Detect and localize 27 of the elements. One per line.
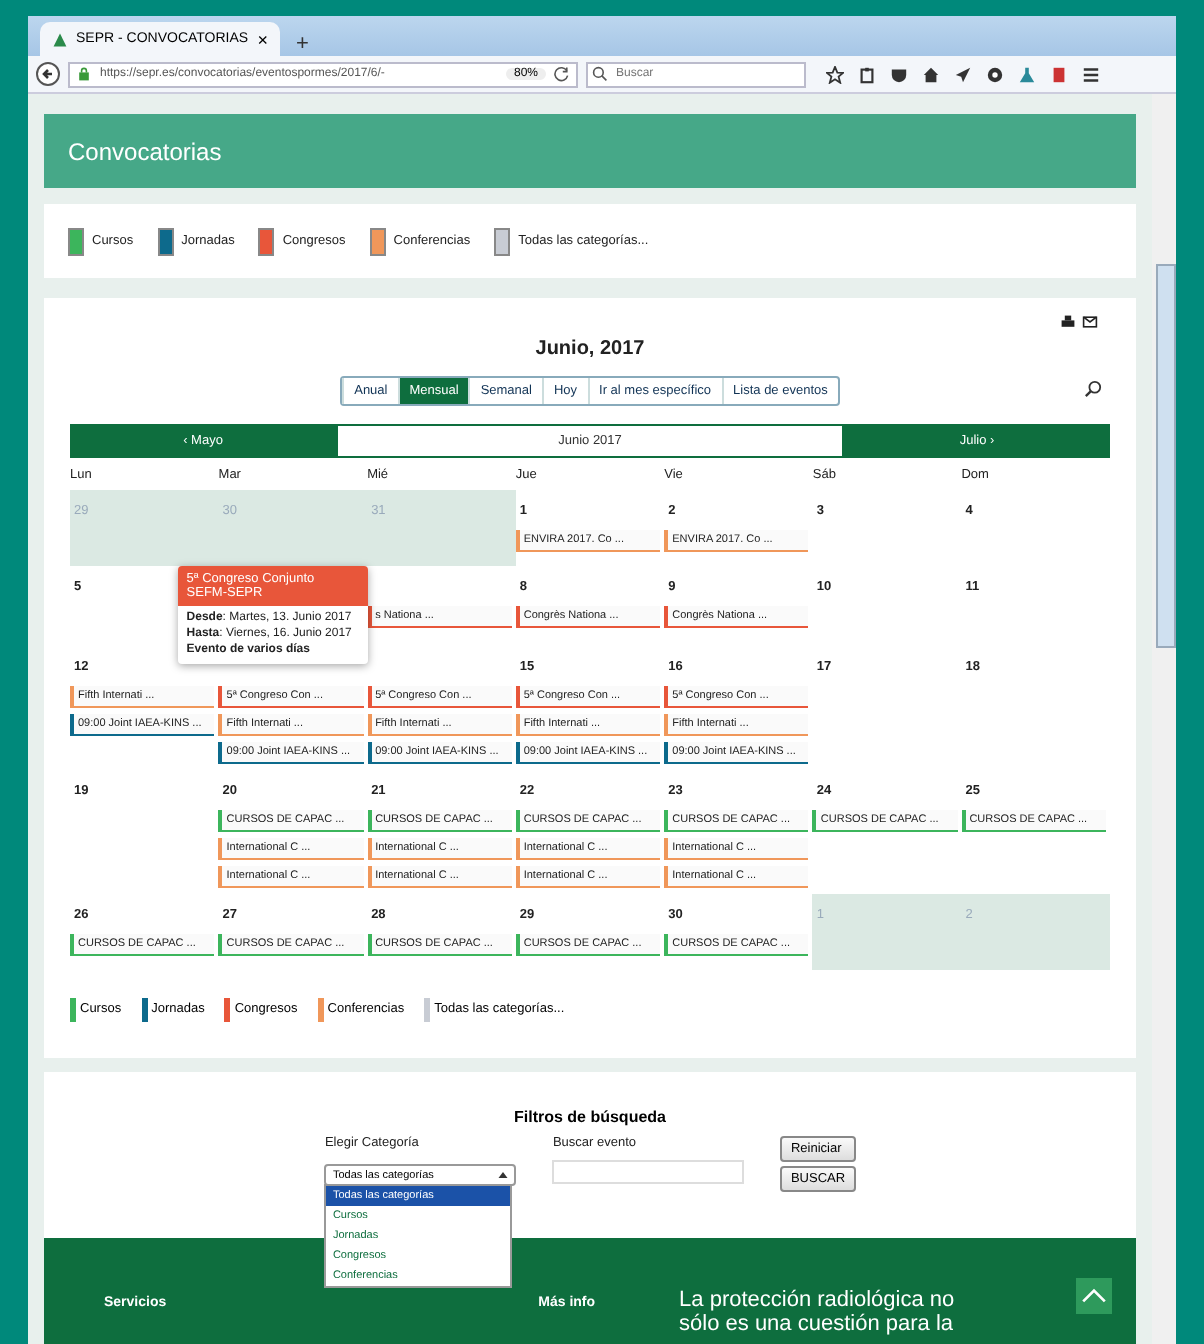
caret-icon <box>498 1172 509 1178</box>
pocket-icon[interactable] <box>890 65 908 83</box>
document-icon[interactable] <box>1050 65 1068 83</box>
calendar-title: Junio, 2017 <box>533 338 647 360</box>
event-search-field[interactable] <box>552 1160 745 1184</box>
leaf-icon <box>52 31 68 47</box>
send-icon[interactable] <box>954 65 972 83</box>
new-tab-button[interactable]: + <box>296 32 309 56</box>
home-icon[interactable] <box>922 65 940 83</box>
menu-icon[interactable] <box>1082 65 1100 83</box>
search-icon[interactable] <box>1084 380 1102 398</box>
back-icon[interactable] <box>36 62 60 86</box>
flask-icon[interactable] <box>1018 65 1036 83</box>
lock-icon <box>76 66 92 82</box>
page-title: Convocatorias <box>68 137 222 165</box>
print-icon[interactable] <box>1060 314 1076 330</box>
mail-icon[interactable] <box>1082 314 1098 330</box>
tab-close-button[interactable]: × <box>257 29 268 49</box>
scrollbar[interactable] <box>1152 94 1176 1344</box>
footer-quote: La protección radiológica no sólo es una cuestión para la <box>679 1288 957 1337</box>
search-icon <box>592 66 608 82</box>
clipboard-icon[interactable] <box>858 65 876 83</box>
star-icon[interactable] <box>826 65 844 83</box>
reload-icon[interactable] <box>554 66 570 82</box>
scroll-top-icon[interactable] <box>1076 1278 1112 1314</box>
filter-title: Filtros de búsqueda <box>511 1106 668 1126</box>
circle-icon[interactable] <box>986 65 1004 83</box>
